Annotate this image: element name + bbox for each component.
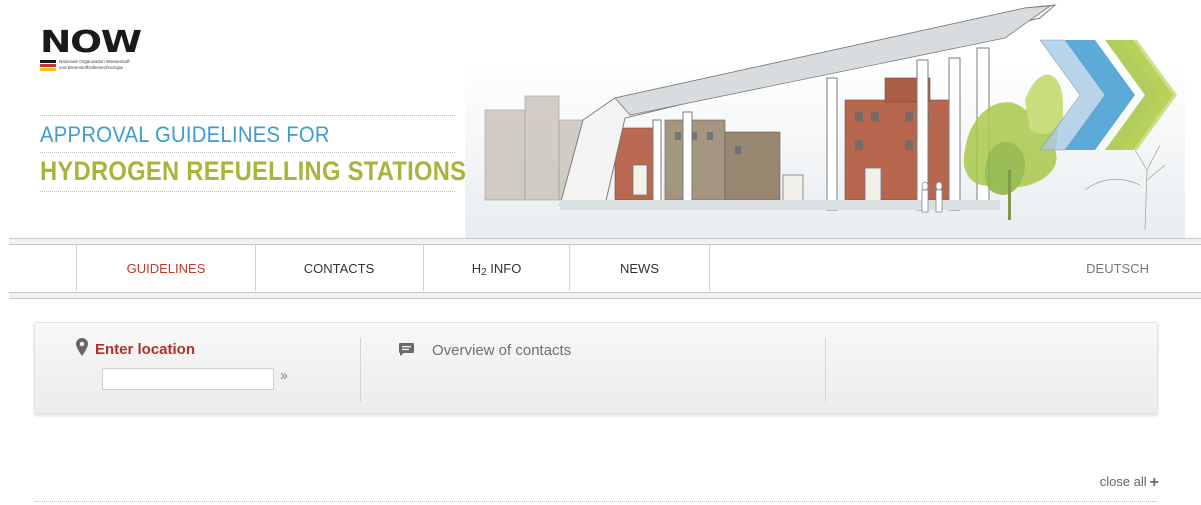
main-nav: GUIDELINES CONTACTS H2 INFO NEWS DEUTSCH: [0, 245, 1201, 291]
logo-subline-2: und Brennstoffzellentechnologie: [59, 65, 123, 70]
nav-item-news[interactable]: NEWS: [570, 245, 710, 291]
nav-item-label: NEWS: [620, 261, 659, 276]
nav-item-label-h: H: [471, 261, 482, 276]
nav-item-contacts[interactable]: CONTACTS: [255, 245, 424, 291]
plus-icon: +: [1149, 474, 1159, 491]
language-switch-deutsch[interactable]: DEUTSCH: [1086, 245, 1149, 291]
speech-bubble-icon: [399, 343, 414, 356]
logo-wordmark: NOW: [40, 25, 142, 60]
logo-subline: Nationale Organisation Wasserstoff- und …: [59, 59, 179, 71]
close-all-label: close all: [1099, 474, 1147, 489]
nav-item-h2-info[interactable]: H2 INFO: [424, 245, 570, 291]
location-input[interactable]: [102, 368, 274, 390]
section-divider: [35, 501, 1157, 502]
location-pin-icon: [76, 338, 88, 356]
panel-divider: [360, 338, 361, 402]
nav-border-bottom: [9, 292, 1201, 299]
nav-item-guidelines[interactable]: GUIDELINES: [76, 245, 256, 291]
german-flag-icon: [40, 60, 56, 72]
nav-border-top: [9, 238, 1201, 245]
title-divider: [40, 191, 455, 192]
title-divider: [40, 115, 455, 116]
nav-item-label-info: INFO: [486, 261, 522, 276]
title-divider: [40, 152, 455, 153]
site-title: APPROVAL GUIDELINES FOR HYDROGEN REFUELL…: [40, 115, 467, 192]
nav-item-label: GUIDELINES: [126, 261, 206, 276]
location-submit-button[interactable]: ››: [280, 367, 288, 384]
close-all-button[interactable]: close all +: [1100, 474, 1159, 492]
enter-location-label: Enter location: [95, 341, 196, 358]
title-line-1: APPROVAL GUIDELINES FOR: [40, 122, 330, 147]
title-line-2: HYDROGEN REFUELLING STATIONS: [40, 156, 467, 186]
nav-item-label: CONTACTS: [303, 261, 375, 276]
overview-of-contacts-link[interactable]: Overview of contacts: [432, 342, 571, 359]
now-logo[interactable]: NOW Nationale Organisation Wasserstoff- …: [40, 28, 170, 84]
panel-divider: [825, 338, 826, 402]
search-panel: Enter location ›› Overview of contacts: [34, 322, 1158, 414]
hero-illustration: [465, 4, 1185, 238]
